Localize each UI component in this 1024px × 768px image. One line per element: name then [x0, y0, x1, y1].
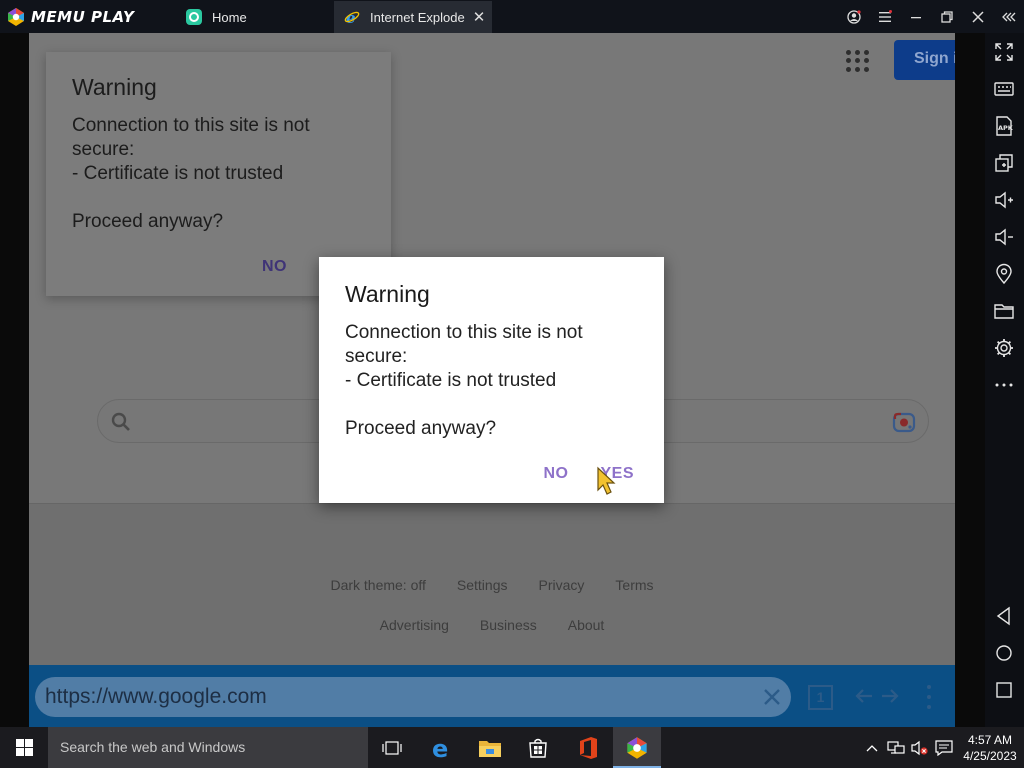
footer-links-row2: Advertising Business About: [29, 617, 955, 633]
tab-home-label: Home: [212, 9, 247, 25]
notifications-icon[interactable]: [932, 727, 956, 768]
tab-ie-label: Internet Explode: [370, 9, 465, 25]
collapse-sidebar-icon[interactable]: [993, 0, 1024, 33]
recents-icon[interactable]: [993, 679, 1015, 701]
start-button[interactable]: [0, 727, 48, 768]
close-icon[interactable]: [962, 0, 993, 33]
system-tray: 4:57 AM 4/25/2023: [860, 727, 1024, 768]
restore-icon[interactable]: [931, 0, 962, 33]
multi-instance-icon[interactable]: [993, 152, 1015, 174]
url-field[interactable]: https://www.google.com: [35, 677, 791, 717]
background-no-button[interactable]: NO: [262, 258, 287, 276]
tab-count-button[interactable]: 1: [808, 685, 833, 710]
left-gutter: [0, 33, 29, 727]
google-lens-icon[interactable]: [892, 410, 916, 434]
memu-brand-text: MEMU PLAY: [31, 8, 135, 26]
store-icon[interactable]: [514, 727, 562, 768]
menu-icon[interactable]: [869, 0, 900, 33]
dialog-buttons: NO YES: [543, 465, 634, 483]
memu-taskbar-icon[interactable]: [613, 727, 661, 768]
google-page: Sign i Dark theme: off Settings Privacy …: [29, 33, 955, 665]
file-explorer-icon[interactable]: [466, 727, 514, 768]
url-text: https://www.google.com: [45, 685, 267, 708]
account-icon[interactable]: [838, 0, 869, 33]
sign-in-button[interactable]: Sign i: [894, 40, 955, 80]
emulator-sidebar: APK: [985, 33, 1024, 727]
clear-url-icon[interactable]: [761, 686, 783, 708]
back-arrow-icon[interactable]: [853, 685, 875, 707]
tab-close-icon[interactable]: ✕: [473, 8, 486, 26]
footer-link-settings[interactable]: Settings: [457, 577, 508, 593]
footer-link-about[interactable]: About: [568, 617, 605, 633]
office-icon[interactable]: [564, 727, 612, 768]
memu-brand: MEMU PLAY: [6, 6, 134, 28]
edge-icon[interactable]: e: [418, 727, 466, 768]
location-icon[interactable]: [993, 263, 1015, 285]
volume-up-icon[interactable]: [993, 189, 1015, 211]
google-apps-icon[interactable]: [845, 49, 869, 73]
folder-icon[interactable]: [993, 300, 1015, 322]
taskbar-search-box[interactable]: Search the web and Windows: [48, 727, 368, 768]
svg-text:e: e: [432, 736, 448, 760]
tab-internet-explorer[interactable]: e Internet Explode ✕: [334, 1, 492, 33]
footer-link-dark-theme[interactable]: Dark theme: off: [330, 577, 425, 593]
network-icon[interactable]: [884, 727, 908, 768]
minimize-icon[interactable]: [900, 0, 931, 33]
forward-arrow-icon[interactable]: [879, 685, 901, 707]
browser-address-bar: https://www.google.com 1: [29, 665, 955, 727]
no-button[interactable]: NO: [543, 465, 568, 483]
volume-down-icon[interactable]: [993, 226, 1015, 248]
fullscreen-icon[interactable]: [993, 41, 1015, 63]
window-controls: [838, 0, 1024, 33]
emulator-titlebar: MEMU PLAY Home e Internet Explode ✕: [0, 0, 1024, 33]
clock-time: 4:57 AM: [967, 732, 1013, 747]
footer-links-row1: Dark theme: off Settings Privacy Terms: [29, 577, 955, 593]
background-dialog-buttons: NO: [262, 258, 287, 276]
svg-text:APK: APK: [998, 124, 1014, 132]
dialog-title: Warning: [345, 281, 430, 307]
emulator-screen: Sign i Dark theme: off Settings Privacy …: [29, 33, 955, 727]
footer-link-business[interactable]: Business: [480, 617, 537, 633]
footer-link-privacy[interactable]: Privacy: [539, 577, 585, 593]
right-gutter: [955, 33, 985, 727]
more-icon[interactable]: [993, 374, 1015, 396]
memu-logo-icon: [8, 8, 24, 26]
yes-button[interactable]: YES: [600, 465, 634, 483]
volume-muted-icon[interactable]: [908, 727, 932, 768]
background-dialog-message: Connection to this site is not secure: -…: [72, 115, 310, 232]
keyboard-icon[interactable]: [993, 78, 1015, 100]
search-icon: [111, 412, 130, 431]
background-dialog-title: Warning: [72, 74, 157, 100]
dialog-message: Connection to this site is not secure: -…: [345, 322, 583, 439]
back-icon[interactable]: [993, 605, 1015, 627]
windows-taskbar: Search the web and Windows e 4:57 AM 4/2…: [0, 727, 1024, 768]
home-app-icon: [186, 9, 202, 25]
task-view-icon[interactable]: [368, 727, 416, 768]
tab-home[interactable]: Home: [176, 1, 326, 33]
warning-dialog: Warning Connection to this site is not s…: [319, 257, 664, 503]
windows-logo-icon: [15, 739, 33, 756]
browser-menu-icon[interactable]: [924, 685, 934, 709]
footer-link-terms[interactable]: Terms: [615, 577, 653, 593]
home-circle-icon[interactable]: [993, 642, 1015, 664]
settings-icon[interactable]: [993, 337, 1015, 359]
internet-explorer-icon: e: [344, 9, 360, 25]
taskbar-clock[interactable]: 4:57 AM 4/25/2023: [956, 732, 1024, 764]
tray-chevron-up-icon[interactable]: [860, 727, 884, 768]
apk-icon[interactable]: APK: [993, 115, 1015, 137]
clock-date: 4/25/2023: [963, 748, 1017, 763]
footer-link-advertising[interactable]: Advertising: [380, 617, 449, 633]
